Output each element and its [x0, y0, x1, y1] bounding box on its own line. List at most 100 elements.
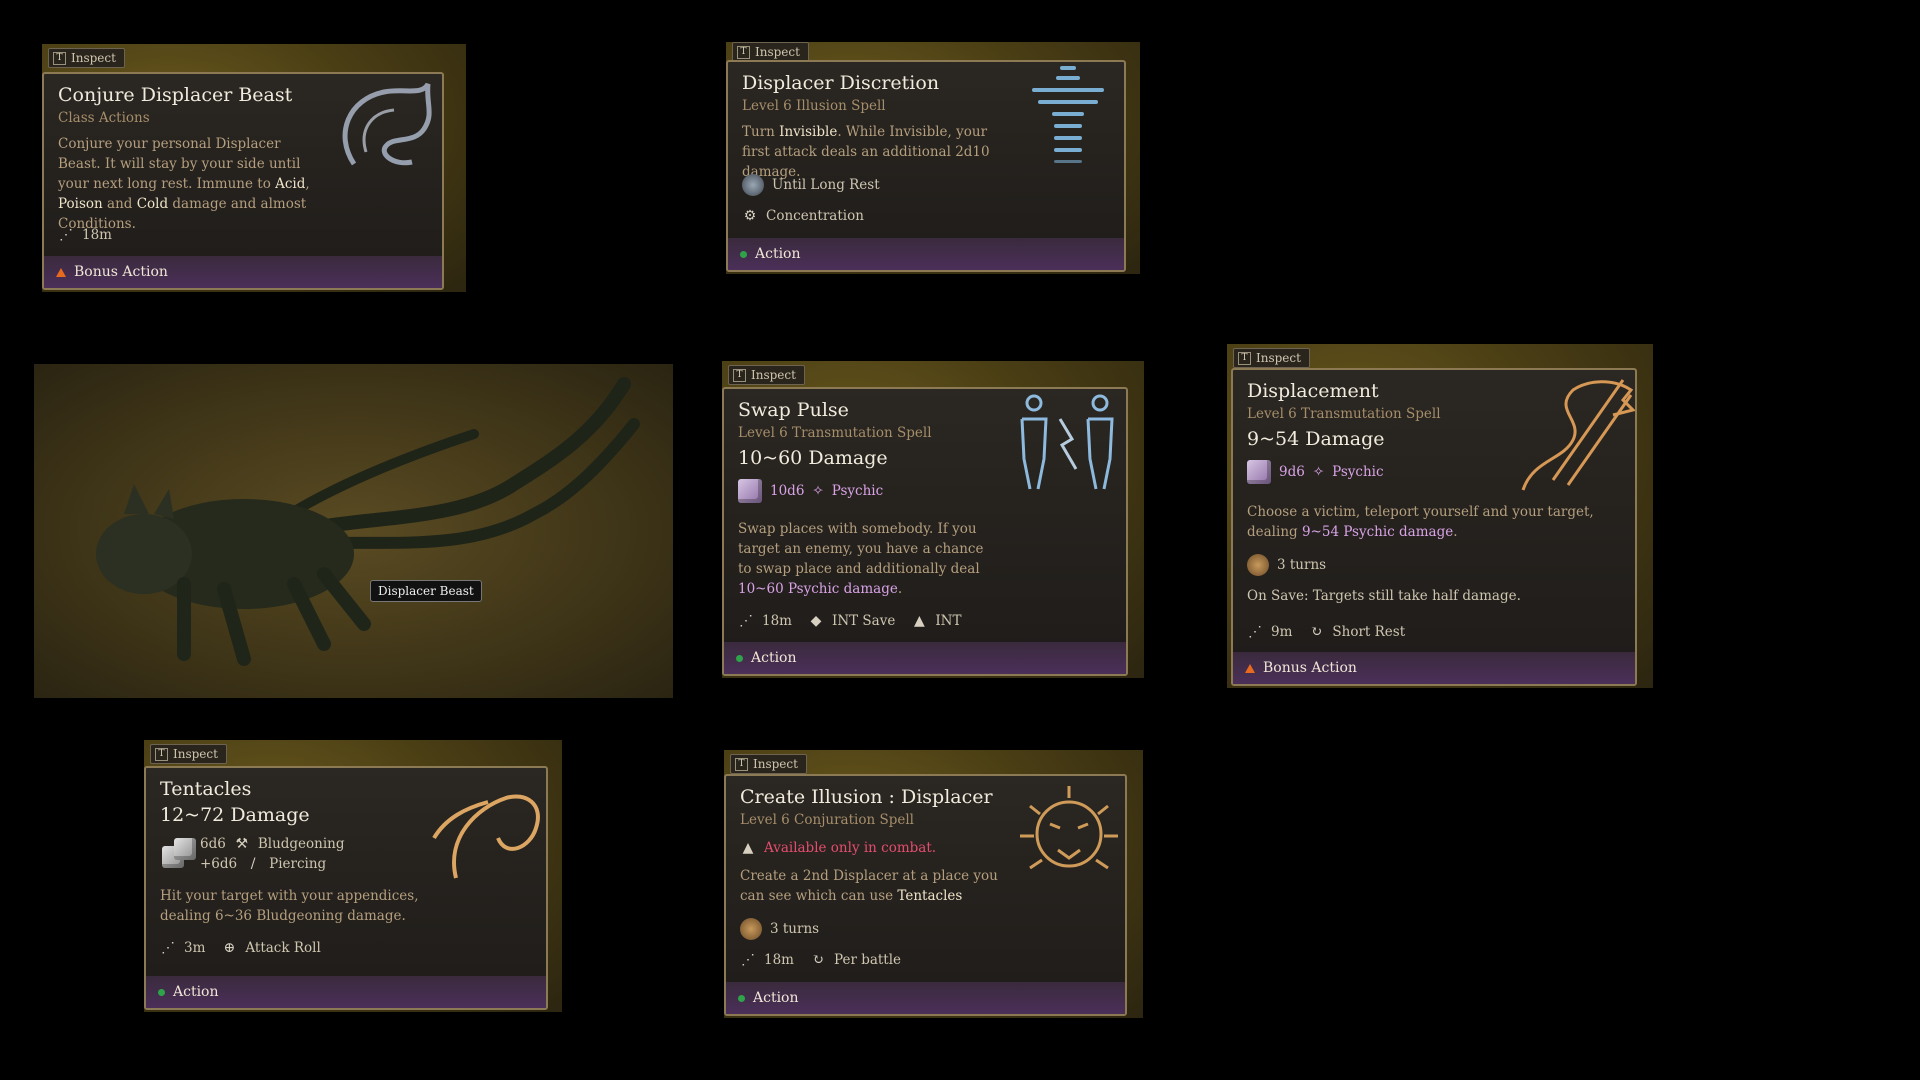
tiger-head-icon — [1020, 786, 1118, 870]
range-value: 18m — [764, 952, 794, 968]
cost-label: Action — [755, 246, 801, 262]
displacer-beast-figure — [96, 377, 640, 666]
displacer-beast-head-icon — [342, 82, 432, 166]
inspect-label: Inspect — [1256, 351, 1301, 365]
inspect-label: Inspect — [753, 757, 798, 771]
psychic-icon: ✧ — [812, 483, 824, 499]
card-description: Swap places with somebody. If you target… — [738, 521, 984, 597]
dice-row: 10d6 ✧ Psychic — [738, 479, 883, 503]
inspect-key: T — [155, 747, 168, 761]
inspect-button[interactable]: T Inspect — [728, 365, 805, 385]
turns-row: 3 turns — [1247, 554, 1326, 576]
damage-total: 12~72 Damage — [160, 804, 310, 826]
inspect-key: T — [733, 368, 746, 382]
inspect-button[interactable]: T Inspect — [1233, 348, 1310, 368]
stats-row: ⋰ 18m ◆ INT Save ▲ INT — [738, 613, 962, 629]
discretion-tooltip-frame: T Inspect Displacer Discretion Level 6 I… — [726, 42, 1140, 274]
card-title: Conjure Displacer Beast — [58, 84, 293, 106]
stats-row: ⋰ 9m ↻ Short Rest — [1247, 624, 1405, 640]
inspect-button[interactable]: T Inspect — [48, 48, 125, 68]
duration-value: Until Long Rest — [772, 177, 880, 193]
cost-footer: Action — [728, 238, 1124, 270]
inspect-button[interactable]: T Inspect — [150, 744, 227, 764]
card-title: Displacer Discretion — [742, 72, 940, 94]
recharge-value: Per battle — [833, 952, 902, 968]
bonus-action-icon — [1245, 663, 1255, 673]
damage-total: 10~60 Damage — [738, 447, 888, 469]
card-title: Create Illusion : Displacer — [740, 786, 993, 808]
warning-icon: ▲ — [742, 840, 754, 856]
range-icon: ⋰ — [161, 940, 175, 956]
card-description: Choose a victim, teleport yourself and y… — [1247, 504, 1594, 540]
damage-type: Psychic — [1332, 464, 1384, 480]
inspect-key: T — [1238, 351, 1251, 365]
action-icon — [736, 654, 743, 662]
inspect-label: Inspect — [751, 368, 796, 382]
action-icon — [738, 994, 745, 1002]
duration-icon — [1247, 554, 1269, 576]
displacer-beast-scene: Displacer Beast — [34, 364, 673, 698]
card-description: Turn Invisible. While Invisible, your fi… — [742, 124, 990, 180]
range-icon: ⋰ — [59, 227, 73, 243]
action-icon — [158, 988, 165, 996]
damage-type: Bludgeoning — [257, 836, 345, 852]
psychic-dice-icon — [738, 479, 762, 503]
tentacle-icon — [432, 794, 540, 879]
piercing-dice-icon — [174, 838, 196, 860]
dice-row: 9d6 ✧ Psychic — [1247, 460, 1384, 484]
card-title: Displacement — [1247, 380, 1379, 402]
inspect-key: T — [737, 45, 750, 59]
card-subtitle: Level 6 Transmutation Spell — [1247, 406, 1441, 422]
card-title: Tentacles — [160, 778, 252, 800]
action-icon — [740, 250, 747, 258]
swap-pulse-card: Swap Pulse Level 6 Transmutation Spell 1… — [722, 387, 1128, 676]
range-value: 18m — [762, 613, 792, 629]
range-row: ⋰ 18m — [58, 227, 112, 243]
turns-row: 3 turns — [740, 918, 819, 940]
damage-type: Piercing — [269, 856, 327, 872]
cost-label: Bonus Action — [74, 264, 168, 280]
inspect-key: T — [53, 51, 66, 65]
saving-throw-icon: ◆ — [810, 613, 822, 629]
card-description: Hit your target with your appendices, de… — [160, 888, 419, 924]
crosshair-icon: ⊕ — [223, 940, 236, 956]
range-value: 3m — [184, 940, 206, 956]
turns-value: 3 turns — [770, 921, 820, 937]
conjure-tooltip-frame: T Inspect Conjure Displacer Beast Class … — [42, 44, 466, 292]
dice-value: 10d6 — [770, 483, 805, 499]
range-icon: ⋰ — [1248, 624, 1262, 640]
inspect-key: T — [735, 757, 748, 771]
cost-footer: Action — [724, 642, 1126, 674]
damage-type: Psychic — [831, 483, 884, 499]
roll-value: Attack Roll — [245, 940, 321, 956]
cost-label: Action — [753, 990, 799, 1006]
save-value: INT Save — [831, 613, 896, 629]
illusion-card: Create Illusion : Displacer Level 6 Conj… — [724, 774, 1127, 1016]
recharge-icon: ↻ — [812, 952, 824, 968]
range-icon: ⋰ — [739, 613, 753, 629]
tentacles-card: Tentacles 12~72 Damage 6d6 ⚒ Bludgeoning… — [144, 766, 548, 1010]
warning-text: Available only in combat. — [764, 840, 937, 856]
ability-value: INT — [935, 613, 962, 629]
swap-pulse-tooltip-frame: T Inspect Swap Pulse Level 6 Transmutati… — [722, 361, 1144, 678]
card-subtitle: Level 6 Illusion Spell — [742, 98, 886, 114]
conjure-card: Conjure Displacer Beast Class Actions Co… — [42, 72, 444, 290]
cost-label: Bonus Action — [1263, 660, 1357, 676]
bonus-action-icon — [56, 267, 66, 277]
stats-row: ⋰ 18m ↻ Per battle — [740, 952, 901, 968]
cost-footer: Bonus Action — [1233, 652, 1635, 684]
inspect-button[interactable]: T Inspect — [732, 42, 809, 62]
card-description: Conjure your personal Displacer Beast. I… — [58, 136, 310, 232]
displacer-beast-nameplate[interactable]: Displacer Beast — [370, 580, 482, 602]
dragon-slash-icon — [1521, 379, 1635, 491]
displacement-card: Displacement Level 6 Transmutation Spell… — [1231, 368, 1637, 686]
cost-label: Action — [173, 984, 219, 1000]
cost-label: Action — [751, 650, 797, 666]
recharge-icon: ↻ — [1310, 624, 1323, 640]
psychic-icon: ✧ — [1312, 464, 1325, 480]
dice-value: +6d6 — [200, 856, 238, 872]
inspect-button[interactable]: T Inspect — [730, 754, 807, 774]
turns-value: 3 turns — [1277, 557, 1327, 573]
swap-figures-icon — [1020, 394, 1114, 490]
concentration-row: ⚙ Concentration — [742, 208, 864, 224]
